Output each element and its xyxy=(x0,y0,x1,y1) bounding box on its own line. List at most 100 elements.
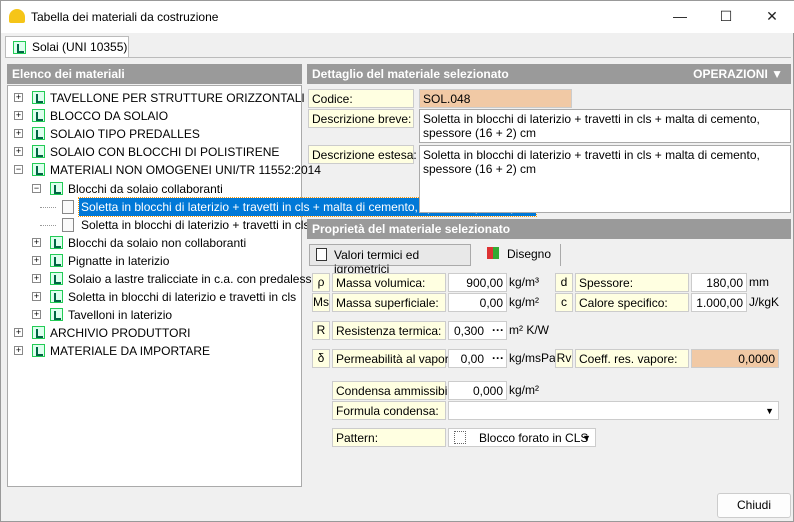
tree-node-label: TAVELLONE PER STRUTTURE ORIZZONTALI xyxy=(48,89,307,107)
rho-value: 900,00 xyxy=(466,276,503,290)
rho-field[interactable]: 900,00 xyxy=(448,273,507,292)
tree-node[interactable]: +SOLAIO TIPO PREDALLES xyxy=(8,125,301,143)
ms-unit: kg/m² xyxy=(509,293,539,312)
more-button[interactable]: ··· xyxy=(492,351,504,365)
breve-textarea[interactable]: Soletta in blocchi di laterizio + travet… xyxy=(419,109,791,143)
folder-icon xyxy=(32,127,45,140)
expand-icon[interactable]: + xyxy=(32,238,41,247)
d-field[interactable]: 180,00 xyxy=(691,273,747,292)
tab-label: Solai (UNI 10355) xyxy=(32,40,127,54)
expand-icon[interactable]: + xyxy=(14,111,23,120)
codice-field[interactable]: SOL.048 xyxy=(419,89,572,108)
title-bar: Tabella dei materiali da costruzione — ☐… xyxy=(1,1,794,33)
folder-icon xyxy=(50,308,63,321)
rv-value: 0,0000 xyxy=(738,352,775,366)
folder-icon xyxy=(32,91,45,104)
c-symbol: c xyxy=(555,293,573,312)
condensa-value: 0,000 xyxy=(473,384,503,398)
folder-icon xyxy=(50,236,63,249)
tree-node[interactable]: +Solaio a lastre tralicciate in c.a. con… xyxy=(8,270,301,288)
c-value: 1.000,00 xyxy=(696,296,743,310)
folder-icon xyxy=(32,109,45,122)
document-icon xyxy=(62,218,74,232)
formula-dropdown[interactable]: ▼ xyxy=(448,401,779,420)
tree-node[interactable]: + Pignatte in laterizio xyxy=(8,252,301,270)
tree-node-label: Pignatte in laterizio xyxy=(66,252,171,270)
expand-icon[interactable]: + xyxy=(14,93,23,102)
tree-node[interactable]: +TAVELLONE PER STRUTTURE ORIZZONTALI xyxy=(8,89,301,107)
tree-line xyxy=(40,207,56,208)
document-icon xyxy=(62,200,74,214)
tree-node[interactable]: + ARCHIVIO PRODUTTORI xyxy=(8,324,301,342)
expand-icon[interactable]: + xyxy=(32,256,41,265)
expand-icon[interactable]: + xyxy=(14,147,23,156)
tree-node[interactable]: −MATERIALI NON OMOGENEI UNI/TR 11552:201… xyxy=(8,161,301,179)
tab-disegno-label: Disegno xyxy=(507,247,551,261)
folder-icon xyxy=(50,254,63,267)
ms-field[interactable]: 0,00 xyxy=(448,293,507,312)
expand-icon[interactable]: + xyxy=(14,346,23,355)
tab-valori[interactable]: Valori termici ed igrometrici xyxy=(309,244,471,266)
c-field[interactable]: 1.000,00 xyxy=(691,293,747,312)
tree-node[interactable]: +Soletta in blocchi di laterizio e trave… xyxy=(8,288,301,306)
rho-label: Massa volumica: xyxy=(332,273,446,292)
tab-disegno[interactable]: Disegno xyxy=(475,244,561,266)
divider xyxy=(5,57,791,58)
close-window-button[interactable]: ✕ xyxy=(749,1,794,33)
r-field[interactable]: 0,300··· xyxy=(448,321,507,340)
estesa-textarea[interactable]: Soletta in blocchi di laterizio + travet… xyxy=(419,145,791,213)
more-button[interactable]: ··· xyxy=(492,323,504,337)
delta-unit: kg/msPa xyxy=(509,349,556,368)
tab-valori-label: Valori termici ed igrometrici xyxy=(334,248,419,276)
tree-node-label: Tavelloni in laterizio xyxy=(66,306,174,324)
ms-label: Massa superficiale: xyxy=(332,293,446,312)
tree-node-label: ARCHIVIO PRODUTTORI xyxy=(48,324,192,342)
tree-node[interactable]: Soletta in blocchi di laterizio + travet… xyxy=(8,216,301,234)
delta-value: 0,00 xyxy=(461,352,484,366)
collapse-icon[interactable]: − xyxy=(32,184,41,193)
folder-icon xyxy=(32,326,45,339)
materials-list-header: Elenco dei materiali xyxy=(7,64,302,84)
expand-icon[interactable]: + xyxy=(32,292,41,301)
folder-icon xyxy=(32,344,45,357)
tree-node[interactable]: + Tavelloni in laterizio xyxy=(8,306,301,324)
expand-icon[interactable]: + xyxy=(32,310,41,319)
tree-node-label: MATERIALI NON OMOGENEI UNI/TR 11552:2014 xyxy=(48,161,323,179)
materials-tree[interactable]: +TAVELLONE PER STRUTTURE ORIZZONTALI+BLO… xyxy=(7,85,302,487)
pattern-dropdown[interactable]: Blocco forato in CLS▼ xyxy=(448,428,596,447)
chevron-down-icon[interactable]: ▼ xyxy=(582,431,591,445)
chevron-down-icon[interactable]: ▼ xyxy=(765,404,774,418)
tree-node[interactable]: +BLOCCO DA SOLAIO xyxy=(8,107,301,125)
tree-node[interactable]: +MATERIALE DA IMPORTARE xyxy=(8,342,301,360)
list-icon xyxy=(316,248,327,261)
r-unit: m² K/W xyxy=(509,321,549,340)
rho-symbol: ρ xyxy=(312,273,330,292)
d-symbol: d xyxy=(555,273,573,292)
tab-solai[interactable]: Solai (UNI 10355) xyxy=(5,36,129,58)
ms-value: 0,00 xyxy=(480,296,503,310)
expand-icon[interactable]: + xyxy=(32,274,41,283)
tree-node[interactable]: −Blocchi da solaio collaboranti xyxy=(8,180,301,198)
rho-unit: kg/m³ xyxy=(509,273,539,292)
d-value: 180,00 xyxy=(706,276,743,290)
tree-line xyxy=(40,225,56,226)
maximize-button[interactable]: ☐ xyxy=(703,1,749,33)
rv-field[interactable]: 0,0000 xyxy=(691,349,779,368)
c-label: Calore specifico: xyxy=(575,293,689,312)
delta-field[interactable]: 0,00 ··· xyxy=(448,349,507,368)
app-icon xyxy=(9,9,25,23)
collapse-icon[interactable]: − xyxy=(14,165,23,174)
chiudi-button[interactable]: Chiudi xyxy=(717,493,791,518)
delta-label: Permeabilità al vapore: xyxy=(332,349,446,368)
condensa-unit: kg/m² xyxy=(509,381,539,400)
minimize-button[interactable]: — xyxy=(657,1,703,33)
expand-icon[interactable]: + xyxy=(14,129,23,138)
tree-node[interactable]: +SOLAIO CON BLOCCHI DI POLISTIRENE xyxy=(8,143,301,161)
expand-icon[interactable]: + xyxy=(14,328,23,337)
tree-node[interactable]: +Blocchi da solaio non collaboranti xyxy=(8,234,301,252)
tree-node[interactable]: Soletta in blocchi di laterizio + travet… xyxy=(8,198,301,216)
folder-icon xyxy=(50,182,63,195)
condensa-field[interactable]: 0,000 xyxy=(448,381,507,400)
c-unit: J/kgK xyxy=(749,293,779,312)
operations-menu[interactable]: OPERAZIONI ▼ xyxy=(693,67,783,81)
